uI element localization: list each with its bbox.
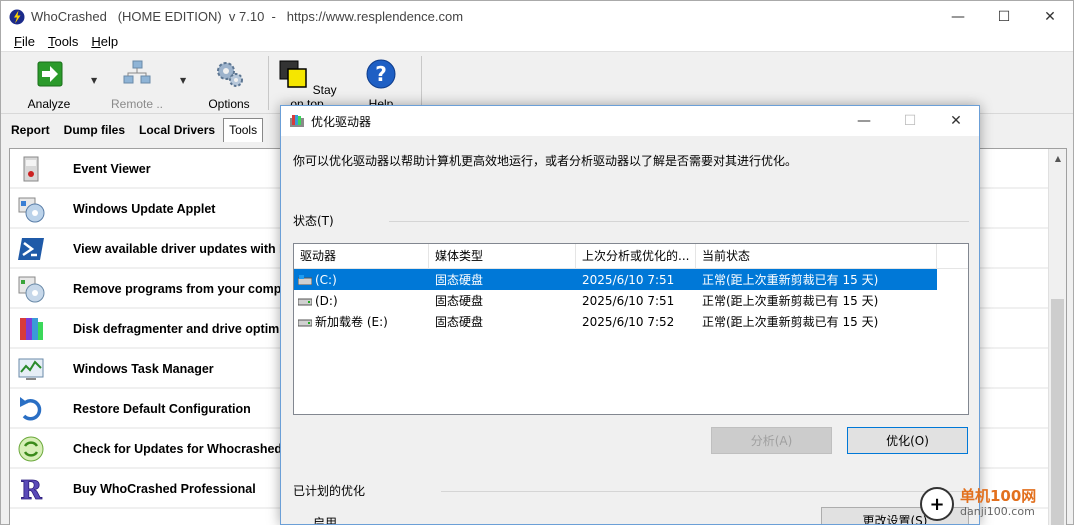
column-drive[interactable]: 驱动器 xyxy=(294,244,429,269)
tool-label: Event Viewer xyxy=(73,162,151,176)
gear-icon xyxy=(217,62,243,87)
tool-label: Buy WhoCrashed Professional xyxy=(73,482,256,496)
drives-listview[interactable]: 驱动器 媒体类型 上次分析或优化的... 当前状态 (C:) 固态硬盘 2025… xyxy=(293,243,969,415)
watermark-url: danji100.com xyxy=(960,505,1035,518)
windows-update-icon xyxy=(18,197,45,223)
window-title: WhoCrashed (HOME EDITION) v 7.10 - https… xyxy=(31,9,464,24)
drive-status: 正常(距上次重新剪裁已有 15 天) xyxy=(702,294,879,308)
drive-media: 固态硬盘 xyxy=(435,273,484,287)
drive-media: 固态硬盘 xyxy=(435,315,484,329)
scroll-up-icon[interactable]: ▲ xyxy=(1049,149,1066,167)
listview-header: 驱动器 媒体类型 上次分析或优化的... 当前状态 xyxy=(294,244,968,269)
dialog-description: 你可以优化驱动器以帮助计算机更高效地运行，或者分析驱动器以了解是否需要对其进行优… xyxy=(293,154,798,168)
column-current-status[interactable]: 当前状态 xyxy=(696,244,937,269)
column-last-run[interactable]: 上次分析或优化的... xyxy=(576,244,696,269)
svg-text:?: ? xyxy=(375,62,387,86)
drive-last-run: 2025/6/10 7:51 xyxy=(582,272,675,287)
drive-last-run: 2025/6/10 7:51 xyxy=(582,293,675,308)
tool-label: Disk defragmenter and drive optimiz xyxy=(73,322,290,336)
column-media-type[interactable]: 媒体类型 xyxy=(429,244,576,269)
optimize-drive-button[interactable]: 优化(O) xyxy=(847,427,968,454)
buy-icon: R xyxy=(20,476,43,504)
analyze-arrow-icon xyxy=(37,61,63,87)
restore-icon xyxy=(20,397,42,421)
system-drive-icon xyxy=(298,274,312,285)
dialog-close-button[interactable]: ✕ xyxy=(933,106,979,136)
analyze-drive-button[interactable]: 分析(A) xyxy=(711,427,832,454)
tab-dump-files[interactable]: Dump files xyxy=(58,118,131,142)
title-bar: WhoCrashed (HOME EDITION) v 7.10 - https… xyxy=(1,1,1073,32)
menu-tools[interactable]: Tools xyxy=(41,34,84,49)
tool-label: Restore Default Configuration xyxy=(73,402,251,416)
analyze-dropdown-icon[interactable]: ▼ xyxy=(91,76,97,85)
defrag-icon xyxy=(20,318,43,340)
vertical-scrollbar[interactable]: ▲ xyxy=(1048,149,1066,525)
svg-text:R: R xyxy=(20,476,42,504)
remote-dropdown-icon[interactable]: ▼ xyxy=(180,76,186,85)
drive-icon xyxy=(298,319,312,326)
dialog-minimize-button[interactable]: — xyxy=(841,106,887,136)
scheduled-section-label: 已计划的优化 xyxy=(293,484,366,498)
section-divider xyxy=(389,221,969,222)
drive-row[interactable]: (D:) 固态硬盘 2025/6/10 7:51 正常(距上次重新剪裁已有 15… xyxy=(294,290,968,311)
tool-label: Windows Update Applet xyxy=(73,202,216,216)
tool-label: Check for Updates for Whocrashed xyxy=(73,442,283,456)
remote-button[interactable]: Remote .. xyxy=(107,58,167,111)
stay-on-top-button[interactable]: Stay on top xyxy=(277,58,337,111)
tool-label: Windows Task Manager xyxy=(73,362,214,376)
tab-tools[interactable]: Tools xyxy=(223,118,264,142)
optimize-drives-icon xyxy=(290,115,304,127)
dialog-title-bar: 优化驱动器 — ☐ ✕ xyxy=(281,106,979,136)
scheduled-enabled-label: 启用 xyxy=(313,516,338,525)
menu-bar: File Tools Help xyxy=(1,32,1073,52)
programs-icon xyxy=(18,276,45,303)
tab-local-drivers[interactable]: Local Drivers xyxy=(133,118,221,142)
task-manager-icon xyxy=(18,358,44,380)
drive-status: 正常(距上次重新剪裁已有 15 天) xyxy=(702,315,879,329)
drive-icon xyxy=(298,298,312,305)
drive-name: 新加载卷 (E:) xyxy=(315,315,388,329)
watermark-site-name: 单机100网 xyxy=(960,487,1037,505)
tool-label: View available driver updates with Po xyxy=(73,242,296,256)
minimize-button[interactable]: — xyxy=(935,1,981,32)
watermark: + 单机100网 danji100.com xyxy=(920,484,1068,524)
tab-report[interactable]: Report xyxy=(5,118,56,142)
menu-file[interactable]: File xyxy=(7,34,41,49)
optimize-drives-dialog: 优化驱动器 — ☐ ✕ 你可以优化驱动器以帮助计算机更高效地运行，或者分析驱动器… xyxy=(280,105,980,525)
toolbar-separator xyxy=(268,56,269,110)
help-button[interactable]: ? Help xyxy=(351,58,411,111)
tab-bar: Report Dump files Local Drivers Tools xyxy=(5,118,264,142)
status-section-label: 状态(T) xyxy=(293,214,334,228)
drive-status: 正常(距上次重新剪裁已有 15 天) xyxy=(702,273,879,287)
section-divider xyxy=(441,491,969,492)
analyze-button[interactable]: Analyze xyxy=(19,58,79,111)
drive-row[interactable]: (C:) 固态硬盘 2025/6/10 7:51 正常(距上次重新剪裁已有 15… xyxy=(294,269,937,290)
menu-help[interactable]: Help xyxy=(84,34,124,49)
dialog-title: 优化驱动器 xyxy=(311,114,372,129)
drive-row[interactable]: 新加载卷 (E:) 固态硬盘 2025/6/10 7:52 正常(距上次重新剪裁… xyxy=(294,311,968,332)
dialog-maximize-button[interactable]: ☐ xyxy=(887,106,933,136)
tool-label: Remove programs from your comput xyxy=(73,282,294,296)
network-icon xyxy=(123,60,151,84)
close-button[interactable]: ✕ xyxy=(1027,1,1073,32)
maximize-button[interactable]: ☐ xyxy=(981,1,1027,32)
update-check-icon xyxy=(18,436,44,462)
drive-last-run: 2025/6/10 7:52 xyxy=(582,314,675,329)
watermark-logo-icon: + xyxy=(920,487,954,521)
options-button[interactable]: Options xyxy=(199,58,259,111)
drive-name: (D:) xyxy=(315,293,338,308)
toolbar-separator xyxy=(421,56,422,110)
event-viewer-icon xyxy=(23,156,39,182)
drive-name: (C:) xyxy=(315,272,337,287)
help-question-icon: ? xyxy=(366,59,396,89)
drive-media: 固态硬盘 xyxy=(435,294,484,308)
powershell-icon xyxy=(18,238,44,260)
stay-on-top-icon xyxy=(279,60,308,88)
whocrashed-app-icon xyxy=(9,9,25,24)
